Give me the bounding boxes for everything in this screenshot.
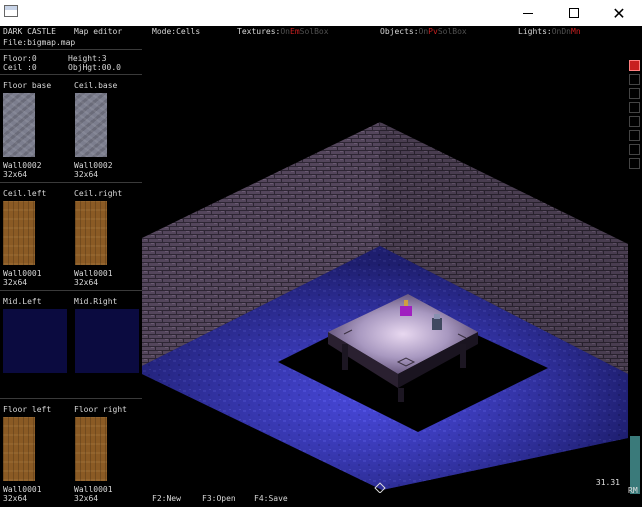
objects-opt-solbox[interactable]: SolBox [438, 27, 467, 36]
save-button[interactable]: F4:Save [254, 494, 288, 503]
texture-swatch-floor-left[interactable] [3, 417, 35, 481]
divider [0, 290, 142, 291]
divider [0, 49, 142, 50]
isometric-scene [142, 122, 628, 490]
texture-name: Wall0001 [3, 269, 42, 278]
texture-swatch-mid-right[interactable] [75, 309, 139, 373]
app-name: DARK CASTLE [3, 27, 56, 36]
tool-strip: RM [628, 38, 642, 507]
objects-label: Objects: [380, 27, 419, 36]
status-bar: DARK CASTLE Map editor Mode:Cells Textur… [0, 26, 642, 38]
slot-title: Mid.Left [3, 297, 42, 306]
lights-opt-mn[interactable]: Mn [571, 27, 581, 36]
objects-opt-pv[interactable]: Pv [428, 27, 438, 36]
texture-panel: File:bigmap.map Floor:0 Height:3 Ceil :0… [0, 38, 142, 507]
fps-counter: 31.31 [595, 478, 620, 487]
textures-opt-on[interactable]: On [280, 27, 290, 36]
minimize-button[interactable] [505, 0, 551, 26]
texture-preview-blank [35, 201, 67, 265]
tool-button[interactable] [629, 130, 640, 141]
tool-button[interactable] [629, 158, 640, 169]
new-button[interactable]: F2:New [152, 494, 181, 503]
texture-name: Wall0002 [74, 161, 113, 170]
mode-indicator[interactable]: Mode:Cells [152, 26, 200, 38]
tool-button[interactable] [629, 144, 640, 155]
texture-name: Wall0001 [74, 269, 113, 278]
tool-button[interactable] [629, 88, 640, 99]
map-viewport[interactable]: 31.31 [142, 38, 628, 493]
texture-preview-blank [107, 201, 139, 265]
file-name: File:bigmap.map [3, 38, 76, 47]
app-title: Map editor [74, 27, 123, 36]
textures-toggle[interactable]: Textures:OnEmSolBox [237, 26, 329, 38]
textures-label: Textures: [237, 27, 281, 36]
texture-size: 32x64 [3, 494, 28, 503]
tool-button[interactable] [629, 116, 640, 127]
slot-title: Floor base [3, 81, 52, 90]
texture-swatch-floor-base[interactable] [3, 93, 35, 157]
lights-opt-on[interactable]: On [552, 27, 562, 36]
slot-title: Ceil.right [74, 189, 123, 198]
texture-size: 32x64 [74, 170, 99, 179]
texture-preview-blank [107, 417, 139, 481]
divider [0, 398, 142, 399]
slot-title: Ceil.left [3, 189, 47, 198]
objhgt-value: ObjHgt:00.0 [68, 63, 121, 72]
texture-swatch-floor-right[interactable] [75, 417, 107, 481]
texture-swatch-mid-left[interactable] [3, 309, 67, 373]
app-icon [4, 5, 18, 17]
lights-opt-dn[interactable]: Dn [561, 27, 571, 36]
maximize-button[interactable] [551, 0, 597, 26]
texture-preview-blank [107, 93, 139, 157]
texture-name: Wall0002 [3, 161, 42, 170]
tool-button[interactable] [629, 102, 640, 113]
tool-button[interactable] [629, 74, 640, 85]
texture-swatch-ceil-left[interactable] [3, 201, 35, 265]
textures-opt-solbox[interactable]: SolBox [300, 27, 329, 36]
texture-preview-blank [35, 417, 67, 481]
function-key-bar: F2:New F3:Open F4:Save [142, 493, 628, 507]
slot-title: Ceil.base [74, 81, 118, 90]
texture-size: 32x64 [3, 170, 28, 179]
slot-title: Floor left [3, 405, 52, 414]
window-titlebar: ✕ [0, 0, 642, 26]
texture-size: 32x64 [3, 278, 28, 287]
slot-title: Mid.Right [74, 297, 118, 306]
strip-label: RM [628, 486, 638, 495]
floor-value: Floor:0 [3, 54, 37, 63]
texture-name: Wall0001 [3, 485, 42, 494]
objects-toggle[interactable]: Objects:OnPvSolBox [380, 26, 467, 38]
lights-toggle[interactable]: Lights:OnDnMn [518, 26, 581, 38]
texture-swatch-ceil-base[interactable] [75, 93, 107, 157]
open-button[interactable]: F3:Open [202, 494, 236, 503]
divider [0, 182, 142, 183]
slot-title: Floor right [74, 405, 127, 414]
maximize-icon [569, 8, 579, 18]
textures-opt-em[interactable]: Em [290, 27, 300, 36]
close-button[interactable]: ✕ [596, 0, 642, 26]
height-value: Height:3 [68, 54, 107, 63]
close-icon: ✕ [612, 3, 626, 23]
objects-opt-on[interactable]: On [419, 27, 429, 36]
minimize-icon [523, 12, 533, 14]
ceil-value: Ceil :0 [3, 63, 37, 72]
texture-name: Wall0001 [74, 485, 113, 494]
texture-size: 32x64 [74, 494, 99, 503]
divider [0, 74, 142, 75]
lights-label: Lights: [518, 27, 552, 36]
texture-size: 32x64 [74, 278, 99, 287]
texture-swatch-ceil-right[interactable] [75, 201, 107, 265]
tool-button-active[interactable] [629, 60, 640, 71]
texture-preview-blank [35, 93, 67, 157]
